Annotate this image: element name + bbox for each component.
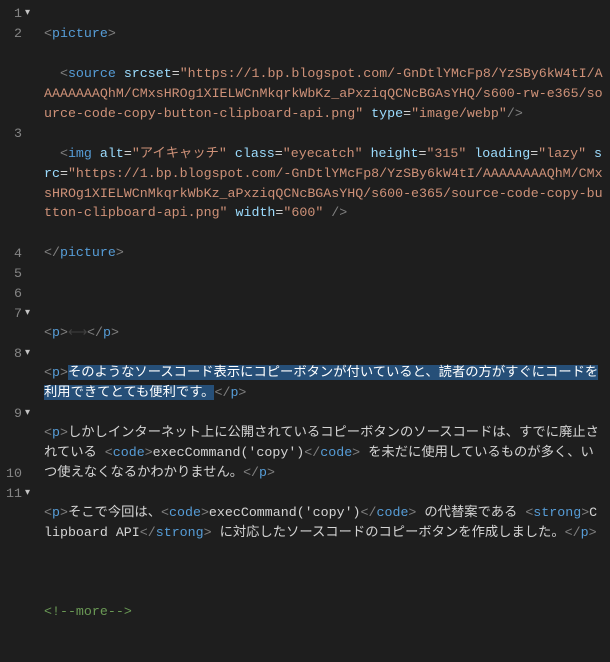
line-number[interactable]: 3▾ — [0, 124, 32, 244]
fold-icon[interactable]: ▾ — [22, 486, 30, 501]
line-number[interactable]: 10▾ — [0, 464, 32, 484]
line-number[interactable]: 9▾ — [0, 404, 32, 464]
code-line[interactable]: </picture> — [44, 243, 604, 263]
fold-icon[interactable]: ▾ — [22, 406, 30, 421]
code-line[interactable]: <p>しかしインターネット上に公開されているコピーボタンのソースコードは、すでに… — [44, 423, 604, 483]
line-number[interactable]: 8▾ — [0, 344, 32, 404]
code-content[interactable]: <picture> <source srcset="https://1.bp.b… — [40, 0, 610, 556]
line-number[interactable]: 2▾ — [0, 24, 32, 124]
code-line[interactable]: <img alt="アイキャッチ" class="eyecatch" heigh… — [44, 144, 604, 224]
whitespace-marker: ⟷ — [68, 325, 87, 340]
code-line[interactable] — [44, 283, 604, 303]
code-editor: 1▾ 2▾ 3▾ 4▾ 5▾ 6▾ 7▾ 8▾ 9▾ 10▾ 11▾ <pict… — [0, 0, 610, 556]
line-number[interactable]: 7▾ — [0, 304, 32, 344]
code-line[interactable]: <source srcset="https://1.bp.blogspot.co… — [44, 64, 604, 124]
fold-icon[interactable]: ▾ — [22, 6, 30, 21]
line-number[interactable]: 6▾ — [0, 284, 32, 304]
code-line[interactable]: <p>そこで今回は、<code>execCommand('copy')</cod… — [44, 503, 604, 543]
code-line[interactable]: <picture> — [44, 24, 604, 44]
code-line[interactable] — [44, 563, 604, 583]
code-line[interactable]: <p>そのようなソースコード表示にコピーボタンが付いていると、読者の方がすぐにコ… — [44, 363, 604, 403]
line-gutter: 1▾ 2▾ 3▾ 4▾ 5▾ 6▾ 7▾ 8▾ 9▾ 10▾ 11▾ — [0, 0, 40, 556]
code-line[interactable]: <!--more--> — [44, 602, 604, 622]
code-line[interactable]: <p>⟷</p> — [44, 323, 604, 343]
fold-icon[interactable]: ▾ — [22, 346, 30, 361]
line-number[interactable]: 1▾ — [0, 4, 32, 24]
line-number[interactable]: 11▾ — [0, 484, 32, 504]
selected-text[interactable]: そのようなソースコード表示にコピーボタンが付いていると、読者の方がすぐにコードを… — [44, 365, 598, 400]
line-number[interactable]: 4▾ — [0, 244, 32, 264]
line-number[interactable]: 5▾ — [0, 264, 32, 284]
fold-icon[interactable]: ▾ — [22, 306, 30, 321]
